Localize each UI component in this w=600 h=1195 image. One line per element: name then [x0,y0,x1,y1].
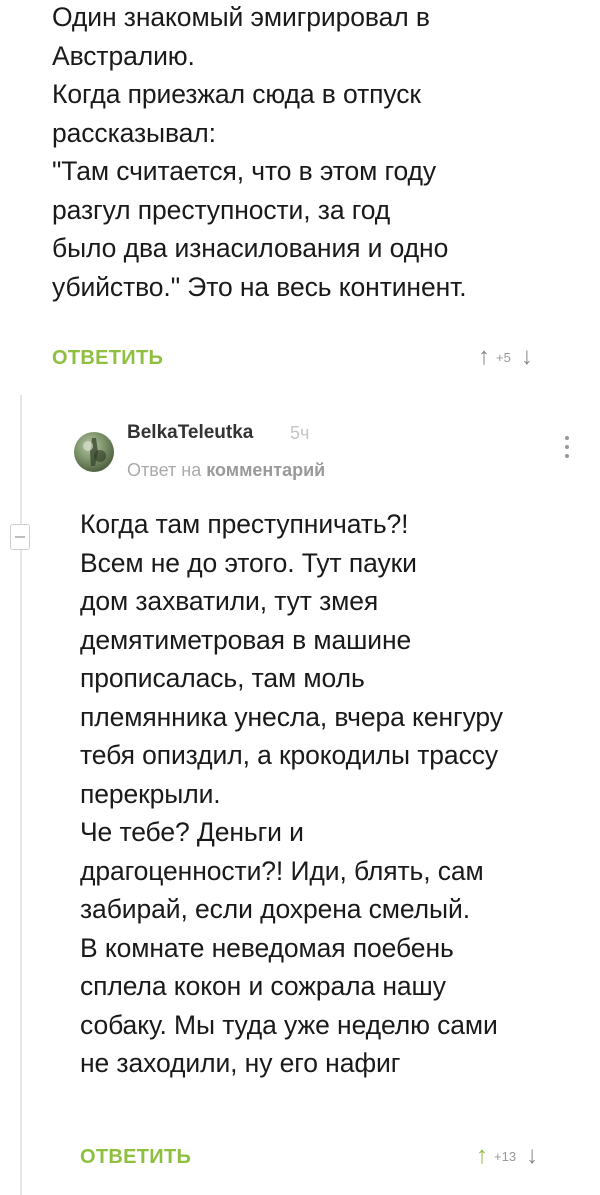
comment-text: Один знакомый эмигрировал в Австралию. К… [52,2,467,302]
reply-button[interactable]: ОТВЕТИТЬ [80,1146,191,1169]
collapse-thread-icon[interactable] [10,524,30,550]
downvote-arrow-icon[interactable]: ↓ [521,345,533,369]
thread-line [20,395,22,1195]
reply-to-prefix: Ответ на [127,460,202,480]
downvote-arrow-icon[interactable]: ↓ [526,1144,538,1168]
author-name[interactable]: BelkaTeleutka [127,422,253,444]
comment-rating: ↑ +5 ↓ [478,345,533,369]
rating-count: +13 [494,1148,517,1164]
comment-rating: ↑ +13 ↓ [476,1144,538,1168]
reply-to-comment-link[interactable]: комментарий [206,460,325,480]
comment-time: 5ч [290,423,310,443]
rating-count: +5 [496,349,511,365]
reply-to-info: Ответ на комментарий [127,460,325,481]
upvote-arrow-icon[interactable]: ↑ [478,345,490,369]
reply-button[interactable]: ОТВЕТИТЬ [52,347,163,370]
more-vertical-icon[interactable] [561,436,573,470]
comment-text: Когда там преступничать?! Всем не до это… [80,509,503,1078]
avatar[interactable] [74,432,114,472]
upvote-arrow-icon[interactable]: ↑ [476,1144,488,1168]
